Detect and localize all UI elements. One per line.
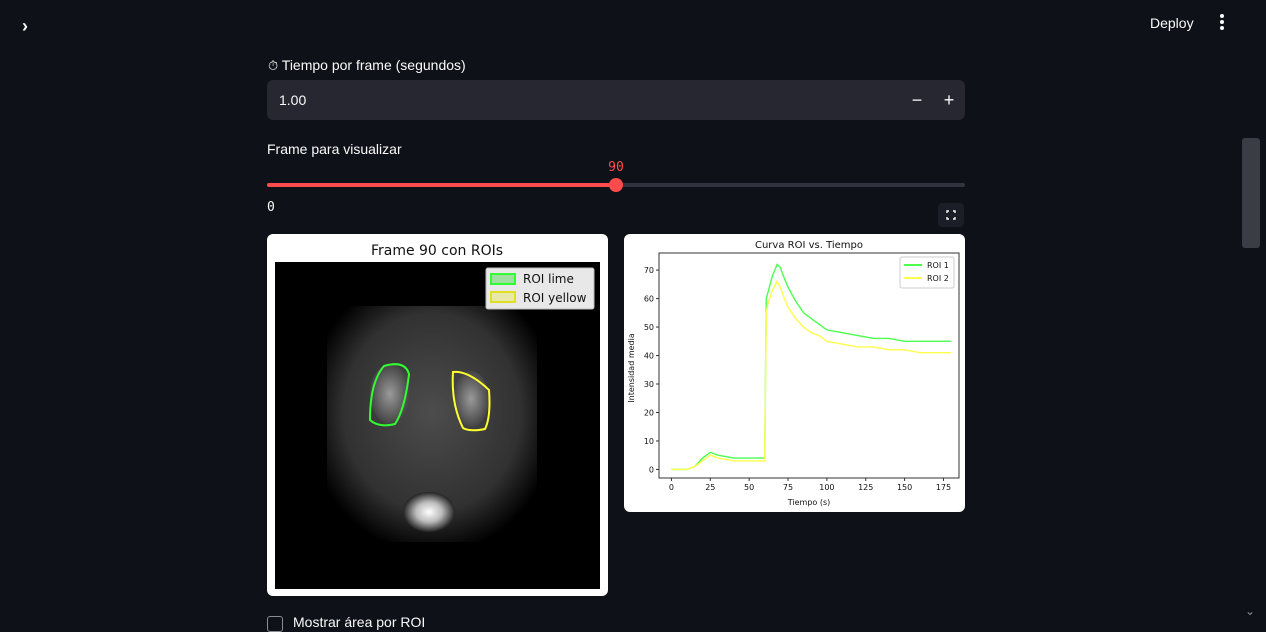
- frame-slider-label: Frame para visualizar: [267, 141, 402, 157]
- frame-slider-fill: [267, 183, 616, 187]
- legend-roi2-label: ROI 2: [927, 274, 949, 283]
- x-tick-label: 125: [858, 483, 873, 492]
- time-per-frame-label: Tiempo por frame (segundos): [281, 57, 466, 73]
- y-tick-label: 30: [644, 380, 654, 389]
- y-tick-label: 40: [644, 352, 654, 361]
- slider-current-value: 90: [608, 160, 624, 175]
- y-tick-label: 70: [644, 266, 654, 275]
- image-title: Frame 90 con ROIs: [371, 243, 503, 259]
- show-area-row[interactable]: Mostrar área por ROI: [267, 614, 667, 632]
- left-kidney: [370, 364, 410, 424]
- x-tick-label: 75: [783, 483, 793, 492]
- slider-min-label: 0: [267, 200, 275, 215]
- legend-roi1-label: ROI 1: [927, 261, 949, 270]
- chart-legend: ROI 1 ROI 2: [899, 256, 955, 289]
- bladder: [403, 492, 455, 532]
- y-tick-label: 0: [649, 465, 654, 474]
- image-legend: ROI lime ROI yellow: [485, 267, 595, 310]
- time-per-frame-input[interactable]: 1.00 − +: [267, 80, 965, 120]
- y-tick-label: 20: [644, 408, 654, 417]
- chevron-down-icon[interactable]: ⌄: [1245, 604, 1255, 618]
- y-tick-label: 10: [644, 437, 654, 446]
- chart-ylabel: Intensidad media: [627, 333, 636, 403]
- top-bar: › Deploy: [0, 0, 1266, 48]
- deploy-button[interactable]: Deploy: [1150, 15, 1194, 31]
- roi-chart-panel: Curva ROI vs. Tiempo Tiempo (s) Intensid…: [624, 234, 965, 512]
- frame-slider-track[interactable]: [267, 178, 965, 192]
- time-per-frame-value[interactable]: 1.00: [279, 92, 306, 108]
- x-tick-label: 150: [897, 483, 912, 492]
- y-tick-label: 60: [644, 295, 654, 304]
- fullscreen-button[interactable]: [938, 203, 964, 227]
- chevron-right-icon[interactable]: ›: [22, 16, 42, 36]
- y-tick-label: 50: [644, 323, 654, 332]
- chart-title: Curva ROI vs. Tiempo: [755, 240, 863, 251]
- stopwatch-icon: ⏱: [268, 58, 279, 73]
- legend-swatch-yellow: [490, 291, 516, 303]
- x-tick-label: 50: [744, 483, 754, 492]
- show-area-checkbox[interactable]: [267, 616, 283, 632]
- x-tick-label: 0: [669, 483, 674, 492]
- page-scrollbar[interactable]: [1242, 138, 1260, 248]
- legend-swatch-lime: [490, 273, 516, 285]
- x-tick-label: 100: [819, 483, 834, 492]
- chart-xlabel: Tiempo (s): [787, 498, 831, 507]
- kebab-menu-icon[interactable]: [1214, 14, 1230, 34]
- time-per-frame-label-row: ⏱ Tiempo por frame (segundos): [268, 57, 466, 74]
- x-tick-label: 175: [936, 483, 951, 492]
- legend-lime-label: ROI lime: [523, 272, 574, 286]
- decrement-button[interactable]: −: [905, 88, 929, 112]
- roi-image-panel: Frame 90 con ROIs ROI lime ROI yellow: [267, 234, 608, 596]
- expand-icon: [946, 210, 956, 220]
- x-tick-label: 25: [705, 483, 715, 492]
- legend-yellow-label: ROI yellow: [523, 291, 587, 305]
- increment-button[interactable]: +: [937, 88, 961, 112]
- frame-slider-thumb[interactable]: [609, 178, 623, 192]
- show-area-label: Mostrar área por ROI: [293, 614, 426, 630]
